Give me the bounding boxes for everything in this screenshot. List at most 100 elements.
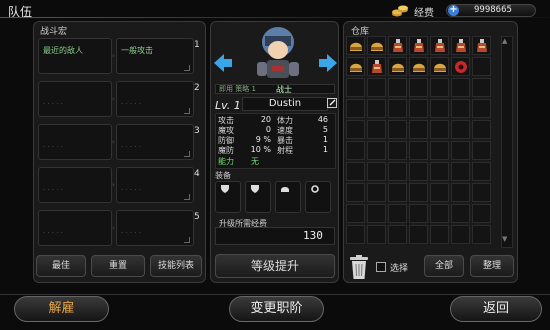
inventory-slot[interactable] xyxy=(430,183,449,202)
inventory-slot[interactable] xyxy=(367,162,386,181)
inventory-slot[interactable] xyxy=(472,99,491,118)
reset-button[interactable]: 重置 xyxy=(91,255,145,277)
scroll-down-icon[interactable]: ▼ xyxy=(502,235,507,243)
inventory-slot[interactable] xyxy=(367,183,386,202)
macro-condition-slot[interactable]: · · · · · xyxy=(38,124,112,160)
macro-condition-slot[interactable]: · · · · · xyxy=(38,81,112,117)
inventory-slot[interactable] xyxy=(430,225,449,244)
inventory-slot[interactable] xyxy=(346,57,365,76)
inventory-slot[interactable] xyxy=(409,141,428,160)
inventory-slot[interactable] xyxy=(388,36,407,55)
inventory-slot[interactable] xyxy=(346,204,365,223)
macro-condition-slot[interactable]: 最近的敌人 xyxy=(38,38,112,74)
inventory-slot[interactable] xyxy=(472,204,491,223)
character-name[interactable]: Dustin xyxy=(242,97,328,111)
inventory-slot[interactable] xyxy=(430,36,449,55)
inventory-slot[interactable] xyxy=(409,36,428,55)
inventory-slot[interactable] xyxy=(346,99,365,118)
best-button[interactable]: 最佳 xyxy=(36,255,86,277)
inventory-slot[interactable] xyxy=(388,204,407,223)
inventory-slot[interactable] xyxy=(472,120,491,139)
inventory-slot[interactable] xyxy=(388,57,407,76)
inventory-slot[interactable] xyxy=(472,78,491,97)
scroll-up-icon[interactable]: ▲ xyxy=(502,37,507,45)
inventory-slot[interactable] xyxy=(451,36,470,55)
inventory-slot[interactable] xyxy=(451,57,470,76)
inventory-slot[interactable] xyxy=(472,141,491,160)
inventory-slot[interactable] xyxy=(367,57,386,76)
inventory-slot[interactable] xyxy=(409,120,428,139)
inventory-slot[interactable] xyxy=(388,183,407,202)
inventory-slot[interactable] xyxy=(409,225,428,244)
inventory-slot[interactable] xyxy=(367,120,386,139)
inventory-slot[interactable] xyxy=(409,162,428,181)
inventory-slot[interactable] xyxy=(388,78,407,97)
inventory-slot[interactable] xyxy=(388,162,407,181)
macro-row-4[interactable]: · · · · · › · · · · · 4 xyxy=(38,167,202,203)
prev-character-arrow-icon[interactable] xyxy=(212,52,234,74)
inventory-slot[interactable] xyxy=(451,141,470,160)
inventory-slot[interactable] xyxy=(346,36,365,55)
inventory-slot[interactable] xyxy=(451,99,470,118)
inventory-slot[interactable] xyxy=(367,225,386,244)
inventory-slot[interactable] xyxy=(388,99,407,118)
inventory-slot[interactable] xyxy=(472,36,491,55)
inventory-slot[interactable] xyxy=(346,120,365,139)
equip-slot-accessory[interactable] xyxy=(275,181,301,213)
macro-row-2[interactable]: · · · · · › · · · · · 2 xyxy=(38,81,202,117)
inventory-slot[interactable] xyxy=(451,225,470,244)
select-checkbox[interactable] xyxy=(376,262,386,272)
inventory-slot[interactable] xyxy=(409,57,428,76)
equip-slot-armor[interactable] xyxy=(245,181,271,213)
inventory-slot[interactable] xyxy=(346,78,365,97)
inventory-slot[interactable] xyxy=(430,99,449,118)
inventory-slot[interactable] xyxy=(367,78,386,97)
macro-row-3[interactable]: · · · · · › · · · · · 3 xyxy=(38,124,202,160)
inventory-slot[interactable] xyxy=(472,225,491,244)
next-character-arrow-icon[interactable] xyxy=(317,52,339,74)
change-job-button[interactable]: 变更职阶 xyxy=(229,296,324,322)
macro-action-slot[interactable]: 一般攻击 xyxy=(116,38,194,74)
back-button[interactable]: 返回 xyxy=(450,296,542,322)
inventory-slot[interactable] xyxy=(388,141,407,160)
macro-action-slot[interactable]: · · · · · xyxy=(116,167,194,203)
skill-list-button[interactable]: 技能列表 xyxy=(150,255,202,277)
inventory-slot[interactable] xyxy=(451,120,470,139)
inventory-slot[interactable] xyxy=(388,225,407,244)
inventory-slot[interactable] xyxy=(346,183,365,202)
inventory-slot[interactable] xyxy=(451,78,470,97)
inventory-slot[interactable] xyxy=(451,162,470,181)
macro-action-slot[interactable]: · · · · · xyxy=(116,210,194,246)
inventory-slot[interactable] xyxy=(367,99,386,118)
inventory-slot[interactable] xyxy=(451,183,470,202)
inventory-slot[interactable] xyxy=(346,225,365,244)
macro-row-1[interactable]: 最近的敌人 › 一般攻击 1 xyxy=(38,38,202,74)
inventory-slot[interactable] xyxy=(346,162,365,181)
select-all-button[interactable]: 全部 xyxy=(424,255,464,277)
sort-button[interactable]: 整理 xyxy=(470,255,514,277)
inventory-slot[interactable] xyxy=(367,204,386,223)
inventory-slot[interactable] xyxy=(430,78,449,97)
inventory-slot[interactable] xyxy=(430,204,449,223)
equip-slot-ring[interactable] xyxy=(305,181,331,213)
macro-condition-slot[interactable]: · · · · · xyxy=(38,167,112,203)
inventory-slot[interactable] xyxy=(430,141,449,160)
inventory-slot[interactable] xyxy=(409,204,428,223)
inventory-slot[interactable] xyxy=(430,162,449,181)
inventory-slot[interactable] xyxy=(346,141,365,160)
macro-action-slot[interactable]: · · · · · xyxy=(116,124,194,160)
inventory-slot[interactable] xyxy=(451,204,470,223)
level-up-button[interactable]: 等级提升 xyxy=(215,254,335,278)
inventory-slot[interactable] xyxy=(388,120,407,139)
inventory-slot[interactable] xyxy=(472,183,491,202)
inventory-slot[interactable] xyxy=(367,36,386,55)
inventory-slot[interactable] xyxy=(430,120,449,139)
inventory-slot[interactable] xyxy=(472,57,491,76)
macro-action-slot[interactable]: · · · · · xyxy=(116,81,194,117)
inventory-slot[interactable] xyxy=(367,141,386,160)
equip-slot-weapon[interactable] xyxy=(215,181,241,213)
edit-name-icon[interactable] xyxy=(327,98,337,108)
inventory-slot[interactable] xyxy=(409,78,428,97)
inventory-scrollbar[interactable] xyxy=(501,36,513,248)
inventory-slot[interactable] xyxy=(430,57,449,76)
